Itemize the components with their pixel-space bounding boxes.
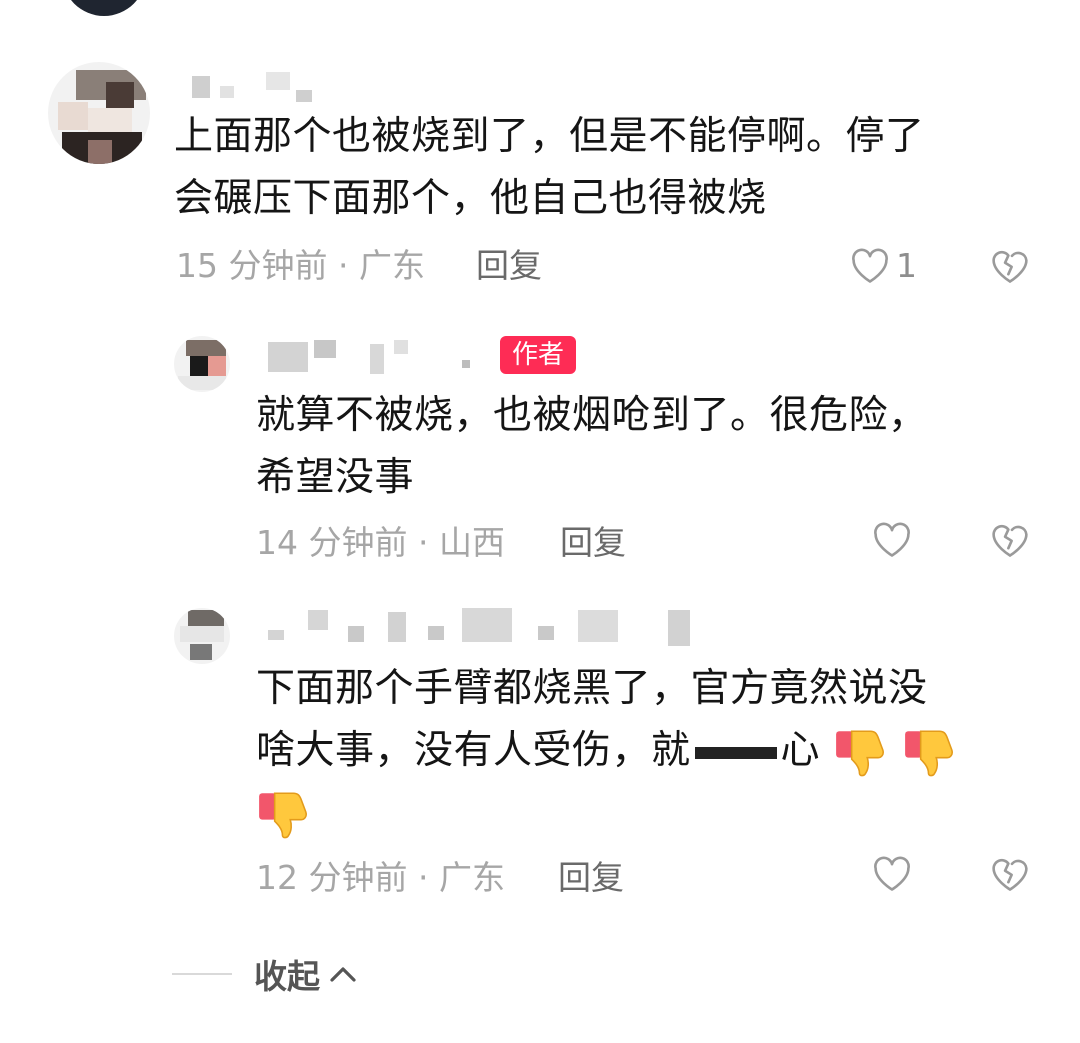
comment-meta: 12 分钟前 · 广东	[256, 858, 505, 897]
username-redacted[interactable]	[266, 338, 476, 378]
avatar[interactable]	[174, 608, 230, 664]
avatar[interactable]	[48, 62, 150, 164]
comment-text: 就算不被烧，也被烟呛到了。很危险， 希望没事	[256, 393, 928, 500]
broken-heart-icon	[992, 858, 1028, 891]
previous-avatar	[62, 0, 146, 16]
heart-outline-icon	[874, 522, 910, 557]
reply-button[interactable]: 回复	[558, 858, 624, 898]
thumbs-down-emoji	[836, 729, 884, 776]
like-button[interactable]	[872, 522, 918, 558]
dislike-button[interactable]	[990, 522, 1030, 562]
heart-outline-icon	[852, 248, 888, 283]
divider-line	[172, 973, 232, 975]
like-button[interactable]	[872, 856, 918, 892]
thumbs-down-emoji	[904, 729, 953, 776]
thumbs-down-emoji	[259, 791, 307, 838]
like-button[interactable]: 1	[850, 246, 917, 285]
collapse-label: 收起	[254, 957, 320, 996]
like-count: 1	[896, 246, 917, 285]
comment-meta: 14 分钟前 · 山西	[256, 523, 505, 562]
comment-text: 下面那个手臂都烧黑了，官方竟然说没 啥大事，没有人受伤，就心	[256, 658, 958, 844]
heart-outline-icon	[874, 856, 910, 891]
comment-text: 上面那个也被烧到了，但是不能停啊。停了 会碾压下面那个，他自己也得被烧	[174, 114, 925, 221]
dislike-button[interactable]	[990, 248, 1030, 288]
avatar[interactable]	[174, 336, 230, 392]
chevron-up-icon	[330, 967, 356, 982]
reply-button[interactable]: 回复	[476, 246, 542, 286]
author-badge: 作者	[500, 336, 577, 374]
redaction-bar	[694, 746, 777, 759]
username-redacted[interactable]	[186, 70, 336, 110]
reply-button[interactable]: 回复	[560, 523, 626, 563]
collapse-replies-button[interactable]: 收起	[172, 950, 358, 998]
dislike-button[interactable]	[990, 856, 1030, 896]
broken-heart-icon	[992, 250, 1028, 283]
broken-heart-icon	[992, 524, 1028, 557]
username-redacted[interactable]	[260, 606, 700, 646]
comment-meta: 15 分钟前 · 广东	[176, 246, 425, 285]
